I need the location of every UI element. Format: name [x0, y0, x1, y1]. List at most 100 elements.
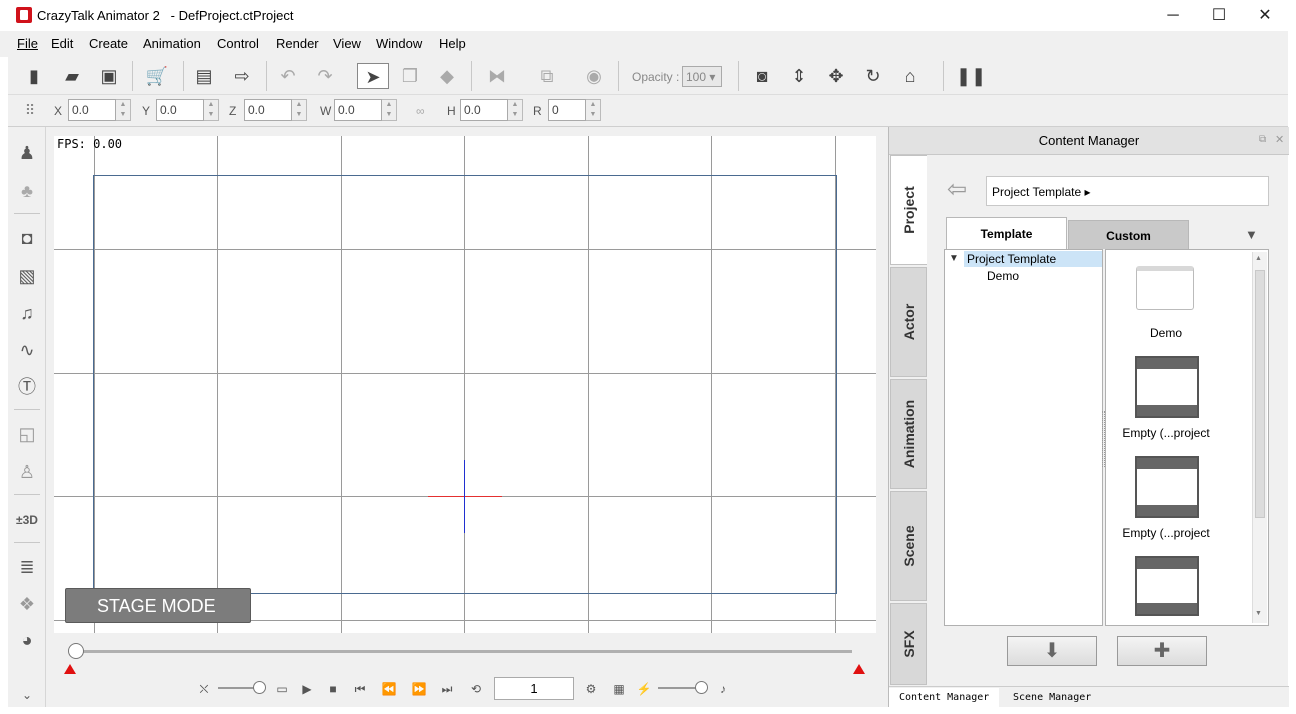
y-spinner[interactable]: ▲ ▼: [204, 99, 219, 121]
open-folder-icon[interactable]: ▰: [58, 63, 86, 89]
duplicate-icon[interactable]: ❐: [396, 63, 424, 89]
panel-close-icon[interactable]: ✕: [1275, 133, 1284, 146]
volume-slider[interactable]: [253, 681, 266, 694]
r-field[interactable]: 0: [548, 99, 586, 121]
timeline-track[interactable]: [70, 650, 852, 653]
loop-icon[interactable]: ⟲: [466, 680, 486, 698]
tree-node-project-template[interactable]: Project Template: [964, 251, 1102, 267]
project-thumbnail[interactable]: [1135, 456, 1199, 518]
speed-icon[interactable]: ⚡: [634, 680, 654, 698]
path-breadcrumb[interactable]: Project Template ▸: [986, 176, 1269, 206]
y-field[interactable]: 0.0: [156, 99, 204, 121]
z-spinner[interactable]: ▲ ▼: [292, 99, 307, 121]
export-icon[interactable]: ⇨: [228, 63, 256, 89]
motion-icon[interactable]: ❖: [13, 590, 41, 618]
menu-view[interactable]: View: [333, 36, 361, 51]
menu-animation[interactable]: Animation: [143, 36, 201, 51]
download-arrow-icon[interactable]: ⬇: [1007, 636, 1097, 666]
range-start-marker[interactable]: [64, 664, 76, 674]
actor-select-icon[interactable]: ♟: [13, 139, 41, 167]
save-icon[interactable]: ▣: [95, 63, 123, 89]
home-icon[interactable]: ⌂: [896, 63, 924, 89]
splitter-handle[interactable]: [1102, 411, 1105, 467]
tab-content-manager[interactable]: Content Manager: [889, 688, 1000, 707]
visibility-eye-icon[interactable]: ◉: [580, 63, 608, 89]
current-frame-input[interactable]: 1: [494, 677, 574, 700]
tree-node-demo[interactable]: Demo: [987, 269, 1019, 283]
undo-icon[interactable]: ↶: [274, 63, 302, 89]
project-thumbnail[interactable]: [1135, 356, 1199, 418]
range-end-marker[interactable]: [853, 664, 865, 674]
flip-icon[interactable]: ⧓: [483, 63, 511, 89]
stop-icon[interactable]: ■: [323, 680, 343, 698]
h-field[interactable]: 0.0: [460, 99, 508, 121]
w-spinner[interactable]: ▲ ▼: [382, 99, 397, 121]
redo-icon[interactable]: ↷: [311, 63, 339, 89]
w-field[interactable]: 0.0: [334, 99, 382, 121]
tab-custom[interactable]: Custom: [1068, 220, 1189, 249]
minimize-button[interactable]: ─: [1150, 0, 1196, 31]
timeline-scrubber[interactable]: [68, 643, 84, 659]
3d-icon[interactable]: ±3D: [13, 506, 41, 534]
maximize-button[interactable]: ☐: [1196, 0, 1242, 31]
puppet-icon[interactable]: ♙: [13, 458, 41, 486]
link-icon[interactable]: ⧉: [533, 63, 561, 89]
music-note-icon[interactable]: ♫: [13, 299, 41, 327]
first-frame-icon[interactable]: ⏮: [350, 680, 370, 698]
image-icon[interactable]: ▧: [13, 262, 41, 290]
z-field[interactable]: 0.0: [244, 99, 292, 121]
actor-portrait-icon[interactable]: ◘: [13, 224, 41, 252]
fill-icon[interactable]: ◆: [433, 63, 461, 89]
stage-canvas[interactable]: FPS: 0.00 STAGE MODE: [54, 136, 876, 633]
settings-gear-icon[interactable]: ⚙: [581, 680, 601, 698]
select-arrow-icon[interactable]: ➤: [357, 63, 389, 89]
audio-wave-icon[interactable]: ∿: [13, 336, 41, 364]
rotate-icon[interactable]: ↻: [859, 63, 887, 89]
x-spinner[interactable]: ▲ ▼: [116, 99, 131, 121]
script-icon[interactable]: ≣: [13, 553, 41, 581]
menu-help[interactable]: Help: [439, 36, 466, 51]
expand-down-icon[interactable]: ⌄: [13, 681, 41, 709]
menu-control[interactable]: Control: [217, 36, 259, 51]
tab-actor[interactable]: Actor: [890, 267, 927, 377]
r-spinner[interactable]: ▲ ▼: [586, 99, 601, 121]
panel-float-icon[interactable]: ⧉: [1259, 134, 1266, 145]
tab-scene[interactable]: Scene: [890, 491, 927, 601]
tree-collapse-icon[interactable]: ▼: [949, 253, 959, 264]
layer-icon[interactable]: ◱: [13, 420, 41, 448]
mute-icon[interactable]: ⛌: [194, 680, 214, 698]
tab-template[interactable]: Template: [946, 217, 1067, 251]
close-button[interactable]: ✕: [1242, 0, 1288, 31]
preview-icon[interactable]: ▤: [190, 63, 218, 89]
view-dropdown-icon[interactable]: ▼: [1245, 227, 1258, 242]
tab-project[interactable]: Project: [890, 155, 927, 265]
play-icon[interactable]: ▶: [297, 680, 317, 698]
render-icon[interactable]: ◕: [13, 626, 41, 654]
panel-toggle-icon[interactable]: ❚❚: [956, 63, 986, 89]
menu-render[interactable]: Render: [276, 36, 319, 51]
menu-file[interactable]: File: [17, 36, 38, 51]
timeline-panel-icon[interactable]: ▦: [609, 680, 629, 698]
lock-ratio-icon[interactable]: ∞: [416, 104, 425, 118]
tab-scene-manager[interactable]: Scene Manager: [1003, 688, 1101, 707]
shop-cart-icon[interactable]: 🛒: [143, 63, 171, 89]
menu-window[interactable]: Window: [376, 36, 422, 51]
x-field[interactable]: 0.0: [68, 99, 116, 121]
rewind-icon[interactable]: ⏪: [379, 680, 399, 698]
audio-note-icon[interactable]: ♪: [713, 680, 733, 698]
add-plus-icon[interactable]: ✚: [1117, 636, 1207, 666]
camera-icon[interactable]: ◙: [748, 63, 776, 89]
project-thumbnail[interactable]: [1135, 556, 1199, 616]
h-spinner[interactable]: ▲ ▼: [508, 99, 523, 121]
back-arrow-icon[interactable]: ⇦: [947, 177, 973, 203]
move-vertical-icon[interactable]: ⇕: [785, 63, 813, 89]
tab-animation[interactable]: Animation: [890, 379, 927, 489]
subtitle-icon[interactable]: ▭: [272, 680, 292, 698]
fast-forward-icon[interactable]: ⏩: [409, 680, 429, 698]
move-all-icon[interactable]: ✥: [822, 63, 850, 89]
menu-edit[interactable]: Edit: [51, 36, 73, 51]
last-frame-icon[interactable]: ⏭: [437, 680, 457, 698]
menu-create[interactable]: Create: [89, 36, 128, 51]
text-bubble-icon[interactable]: Ⓣ: [13, 373, 41, 401]
speed-slider[interactable]: [695, 681, 708, 694]
